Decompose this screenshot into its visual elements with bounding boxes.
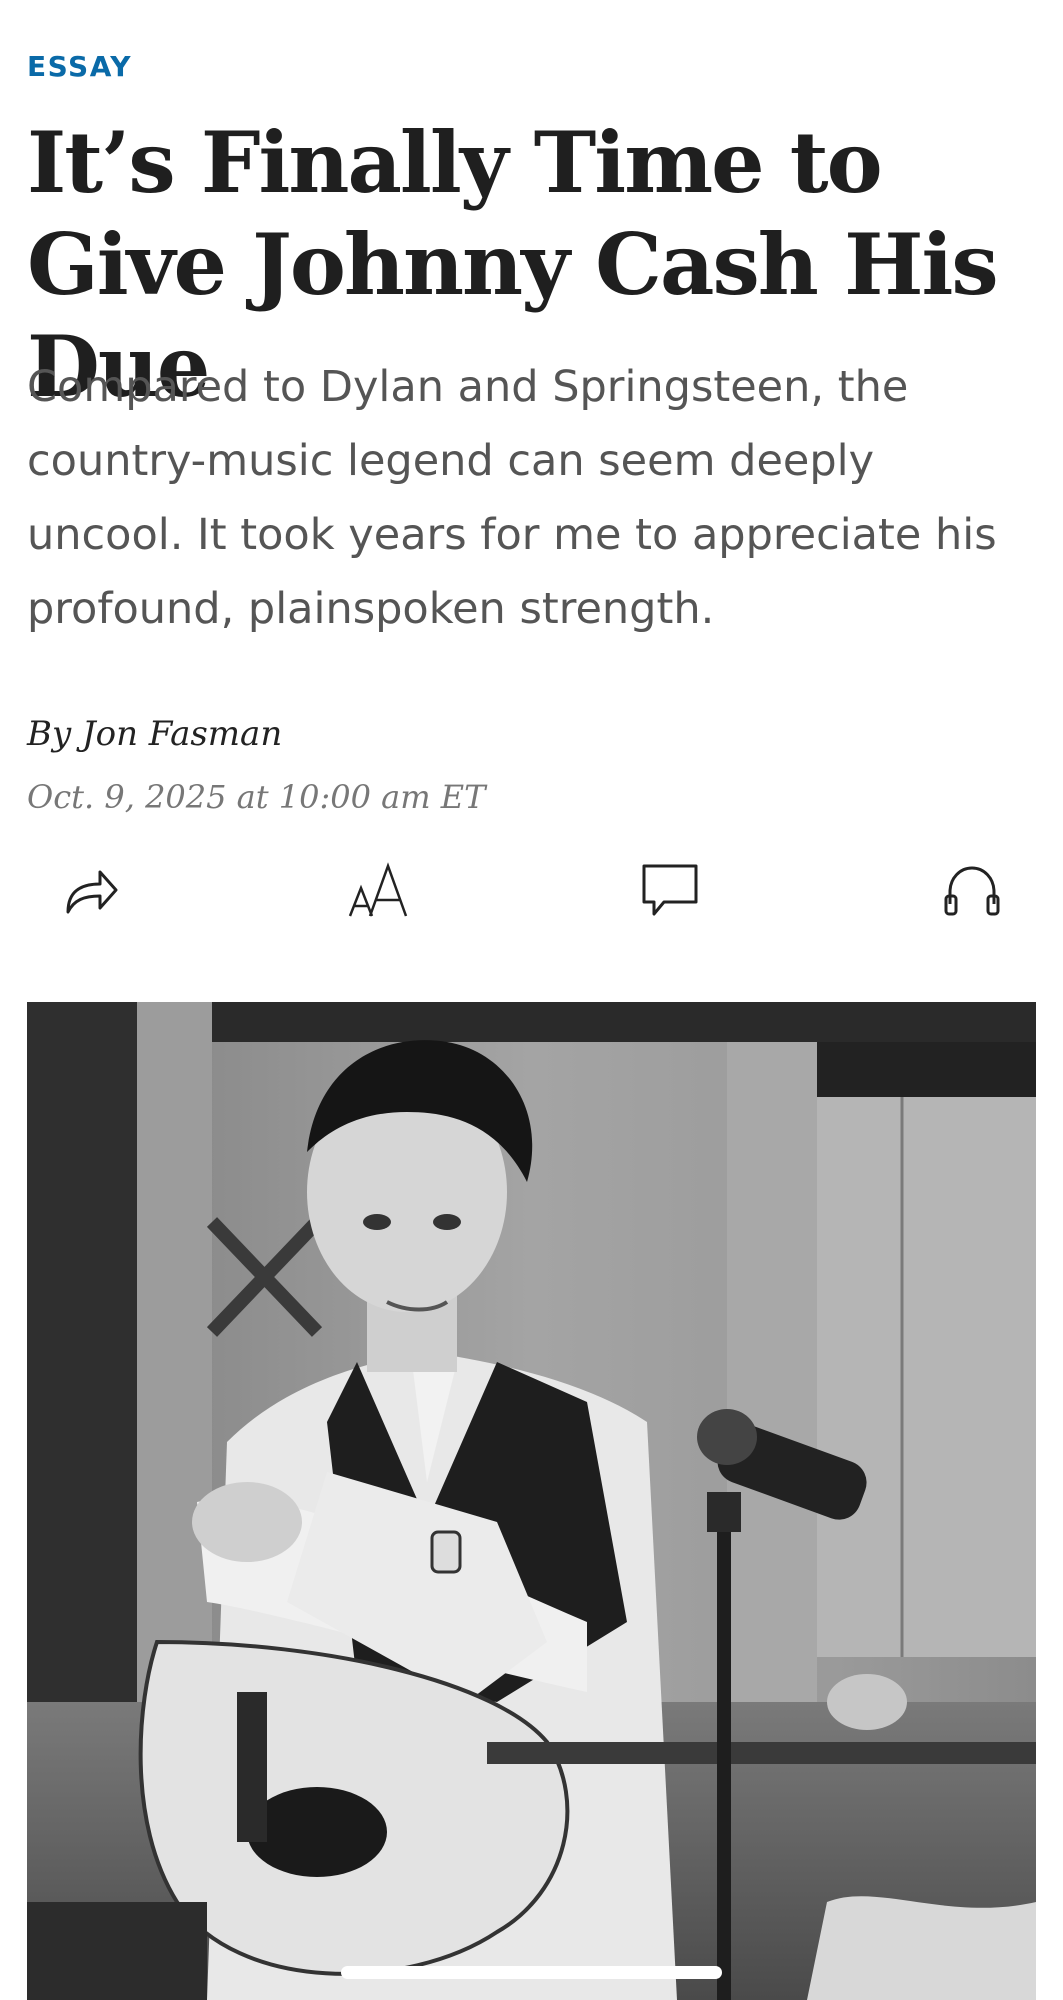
hero-image <box>27 1002 1036 2000</box>
article-page: ESSAY It’s Finally Time to Give Johnny C… <box>0 0 1063 2000</box>
article-toolbar <box>0 850 1063 930</box>
headphones-icon <box>944 866 1000 916</box>
share-icon <box>66 870 118 914</box>
comments-button[interactable] <box>630 850 710 930</box>
listen-button[interactable] <box>932 850 1012 930</box>
publish-date: Oct. 9, 2025 at 10:00 am ET <box>27 778 486 816</box>
byline[interactable]: By Jon Fasman <box>27 714 282 754</box>
comment-icon <box>642 864 698 916</box>
article-hero-photo[interactable] <box>27 1002 1036 2000</box>
article-dek: Compared to Dylan and Springsteen, the c… <box>27 362 997 634</box>
text-size-icon <box>348 862 408 917</box>
home-indicator[interactable] <box>341 1966 722 1979</box>
text-size-button[interactable] <box>340 850 420 930</box>
share-button[interactable] <box>50 850 130 930</box>
section-kicker[interactable]: ESSAY <box>27 50 132 83</box>
